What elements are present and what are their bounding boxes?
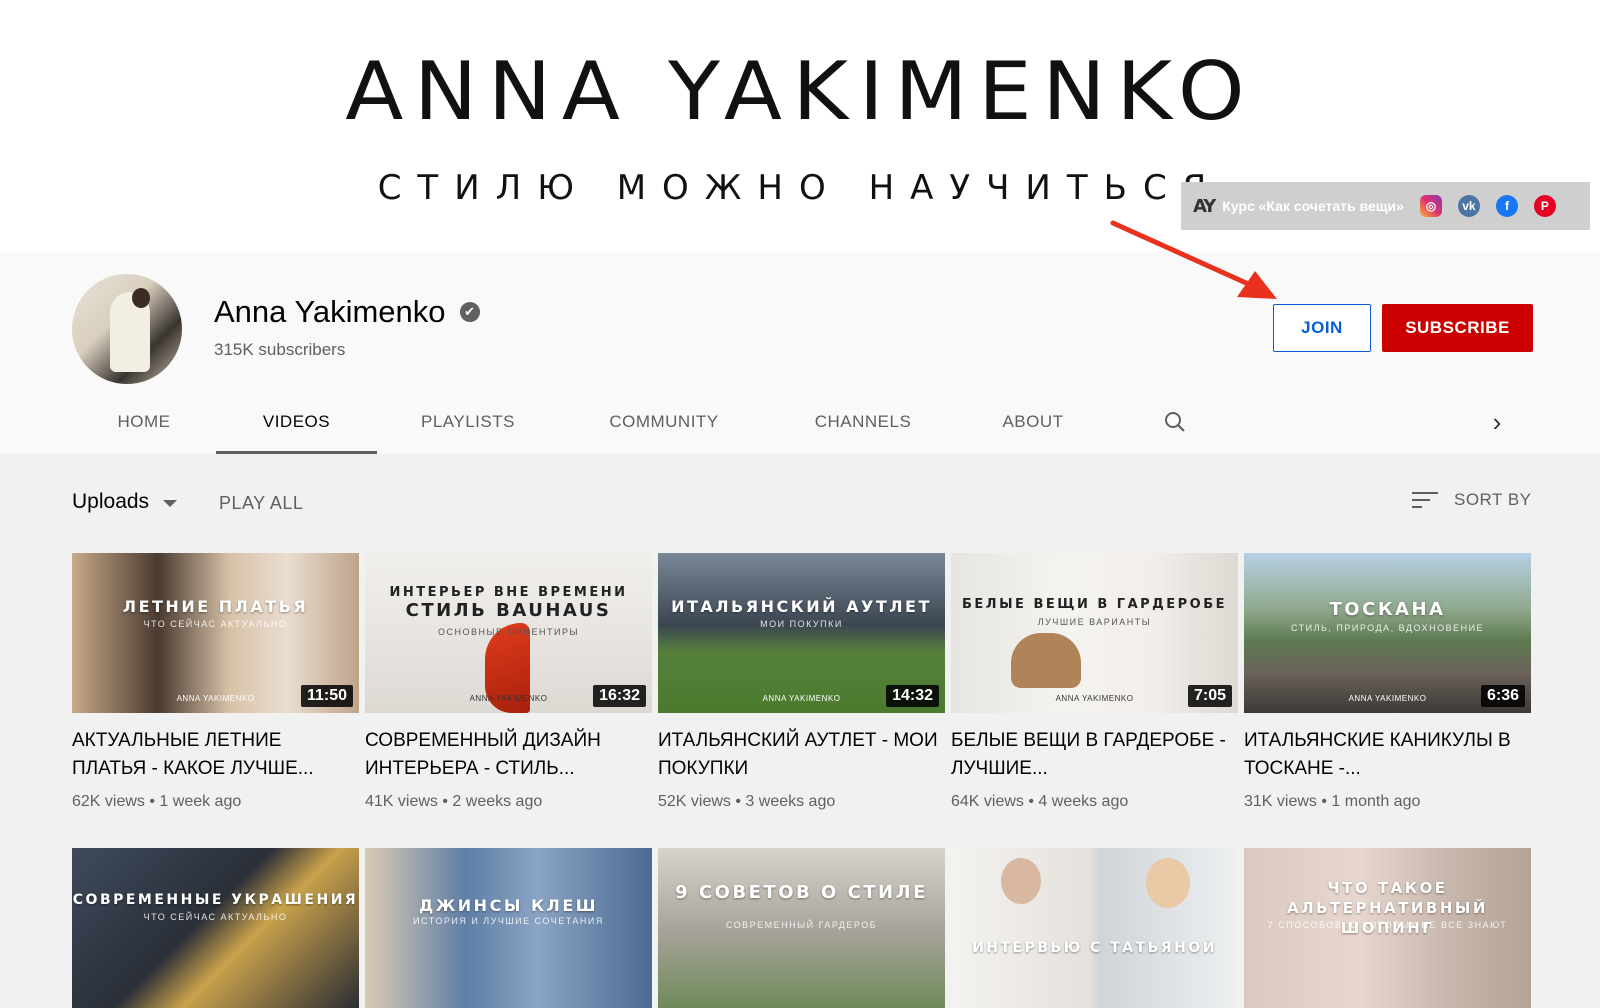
thumbnail-subtitle: ЛУЧШИЕ ВАРИАНТЫ [1037, 617, 1152, 627]
thumbnail-title: ДЖИНСЫ КЛЕШ [418, 896, 599, 915]
thumbnail-title: ЛЕТНИЕ ПЛАТЬЯ [122, 597, 309, 616]
thumbnail-subtitle: ОСНОВНЫЕ ОРИЕНТИРЫ [438, 627, 579, 637]
caret-down-icon [163, 499, 178, 507]
duration-badge: 16:32 [593, 685, 646, 707]
instagram-icon[interactable]: ◎ [1419, 195, 1442, 217]
play-all-button[interactable]: PLAY ALL [219, 493, 303, 514]
sort-by-label: SORT BY [1454, 490, 1532, 509]
channel-name-text: Anna Yakimenko [214, 294, 446, 329]
tab-playlists[interactable]: PLAYLISTS [377, 390, 559, 454]
video-thumbnail[interactable]: ДЖИНСЫ КЛЕШ ИСТОРИЯ И ЛУЧШИЕ СОЧЕТАНИЯ [365, 848, 652, 1008]
tab-community[interactable]: COMMUNITY [559, 390, 769, 454]
video-thumbnail[interactable]: ЧТО ТАКОЕ АЛЬТЕРНАТИВНЫЙ ШОПИНГ 7 СПОСОБ… [1244, 848, 1531, 1008]
uploads-dropdown[interactable]: Uploads [72, 490, 178, 514]
red-arrow-annotation [1110, 220, 1277, 299]
subscribe-button[interactable]: SUBSCRIBE [1382, 304, 1533, 352]
video-meta: 31K views • 1 month ago [1244, 793, 1421, 810]
vk-icon[interactable]: vk [1457, 195, 1480, 217]
video-meta: 64K views • 4 weeks ago [951, 793, 1129, 810]
thumbnail-title: ИНТЕРВЬЮ С ТАТЬЯНОЙ [972, 940, 1217, 956]
video-title[interactable]: ИТАЛЬЯНСКИЕ КАНИКУЛЫ В ТОСКАНЕ -... [1244, 727, 1531, 783]
thumbnail-title: БЕЛЫЕ ВЕЩИ В ГАРДЕРОБЕ [961, 597, 1228, 612]
thumbnail-subtitle: ЧТО СЕЙЧАС АКТУАЛЬНО [143, 912, 288, 922]
video-thumbnail[interactable]: 9 СОВЕТОВ О СТИЛЕ СОВРЕМЕННЫЙ ГАРДЕРОБ [658, 848, 945, 1008]
banner-title: ANNA YAKIMENKO [344, 45, 1255, 138]
duration-badge: 11:50 [300, 685, 353, 707]
duration-badge: 14:32 [886, 685, 939, 707]
video-meta: 41K views • 2 weeks ago [365, 793, 543, 810]
video-thumbnail[interactable]: ИТАЛЬЯНСКИЙ АУТЛЕТ МОИ ПОКУПКИ ANNA YAKI… [658, 553, 945, 713]
chevron-right-icon[interactable]: › [1482, 390, 1512, 454]
video-thumbnail[interactable]: ИНТЕРВЬЮ С ТАТЬЯНОЙ [951, 848, 1238, 1008]
thumbnail-subtitle: СТИЛЬ, ПРИРОДА, ВДОХНОВЕНИЕ [1290, 623, 1485, 633]
thumbnail-title: ИТАЛЬЯНСКИЙ АУТЛЕТ [671, 597, 932, 616]
duration-badge: 7:05 [1187, 685, 1232, 707]
thumbnail-subtitle: 7 СПОСОБОВ, О КОТОРЫХ НЕ ВСЕ ЗНАЮТ [1267, 920, 1508, 930]
sort-by-button[interactable]: SORT BY [1412, 490, 1532, 510]
thumbnail-subtitle: ЧТО СЕЙЧАС АКТУАЛЬНО [143, 619, 288, 629]
bag-shape [1011, 633, 1081, 688]
duration-badge: 6:36 [1480, 685, 1525, 707]
avatar[interactable] [72, 274, 182, 384]
thumbnail-subtitle: СОВРЕМЕННЫЙ ГАРДЕРОБ [725, 920, 878, 930]
tab-videos[interactable]: VIDEOS [216, 390, 377, 454]
tab-channels[interactable]: CHANNELS [769, 390, 957, 454]
video-thumbnail[interactable]: ИНТЕРЬЕР ВНЕ ВРЕМЕНИ СТИЛЬ BAUHAUS ОСНОВН… [365, 553, 652, 713]
video-thumbnail[interactable]: ТОСКАНА СТИЛЬ, ПРИРОДА, ВДОХНОВЕНИЕ ANNA… [1244, 553, 1531, 713]
video-thumbnail[interactable]: СОВРЕМЕННЫЕ УКРАШЕНИЯ ЧТО СЕЙЧАС АКТУАЛЬ… [72, 848, 359, 1008]
search-icon[interactable] [1160, 390, 1190, 454]
thumbnail-title: 9 СОВЕТОВ О СТИЛЕ [675, 882, 928, 903]
channel-tabs: HOME VIDEOS PLAYLISTS COMMUNITY CHANNELS… [72, 390, 1109, 454]
avatar-head [132, 288, 150, 308]
pinterest-icon[interactable]: P [1533, 195, 1556, 217]
ay-logo: AY [1193, 195, 1216, 217]
thumbnail-title: ТОСКАНА [1329, 599, 1446, 620]
video-title[interactable]: СОВРЕМЕННЫЙ ДИЗАЙН ИНТЕРЬЕРА - СТИЛЬ... [365, 727, 652, 783]
tab-home[interactable]: HOME [72, 390, 216, 454]
video-title[interactable]: БЕЛЫЕ ВЕЩИ В ГАРДЕРОБЕ - ЛУЧШИЕ... [951, 727, 1238, 783]
verified-check-icon: ✔ [459, 302, 480, 322]
tab-about[interactable]: ABOUT [957, 390, 1109, 454]
uploads-label: Uploads [72, 490, 150, 513]
video-title[interactable]: АКТУАЛЬНЫЕ ЛЕТНИЕ ПЛАТЬЯ - КАКОЕ ЛУЧШЕ..… [72, 727, 359, 783]
subscriber-count: 315K subscribers [214, 340, 346, 359]
face-right-shape [1146, 858, 1190, 908]
video-meta: 62K views • 1 week ago [72, 793, 242, 810]
video-thumbnail[interactable]: ЛЕТНИЕ ПЛАТЬЯ ЧТО СЕЙЧАС АКТУАЛЬНО ANNA … [72, 553, 359, 713]
facebook-icon[interactable]: f [1495, 195, 1518, 217]
thumbnail-subtitle: МОИ ПОКУПКИ [760, 619, 843, 629]
channel-header: Anna Yakimenko ✔ 315K subscribers JOIN S… [0, 252, 1600, 454]
channel-banner: ANNA YAKIMENKO СТИЛЮ МОЖНО НАУЧИТЬСЯ AY … [0, 0, 1600, 252]
video-thumbnail[interactable]: БЕЛЫЕ ВЕЩИ В ГАРДЕРОБЕ ЛУЧШИЕ ВАРИАНТЫ A… [951, 553, 1238, 713]
thumbnail-title: ИНТЕРЬЕР ВНЕ ВРЕМЕНИ СТИЛЬ BAUHAUS [389, 585, 628, 621]
join-button[interactable]: JOIN [1273, 304, 1371, 352]
sort-icon [1412, 490, 1438, 510]
thumbnail-subtitle: ИСТОРИЯ И ЛУЧШИЕ СОЧЕТАНИЯ [413, 916, 604, 926]
thumbnail-title: СОВРЕМЕННЫЕ УКРАШЕНИЯ [72, 892, 359, 908]
channel-name: Anna Yakimenko ✔ [214, 294, 480, 330]
face-left-shape [1001, 858, 1041, 904]
video-title[interactable]: ИТАЛЬЯНСКИЙ АУТЛЕТ - МОИ ПОКУПКИ [658, 727, 945, 783]
course-link[interactable]: Курс «Как сочетать вещи» [1222, 198, 1404, 214]
video-meta: 52K views • 3 weeks ago [658, 793, 836, 810]
